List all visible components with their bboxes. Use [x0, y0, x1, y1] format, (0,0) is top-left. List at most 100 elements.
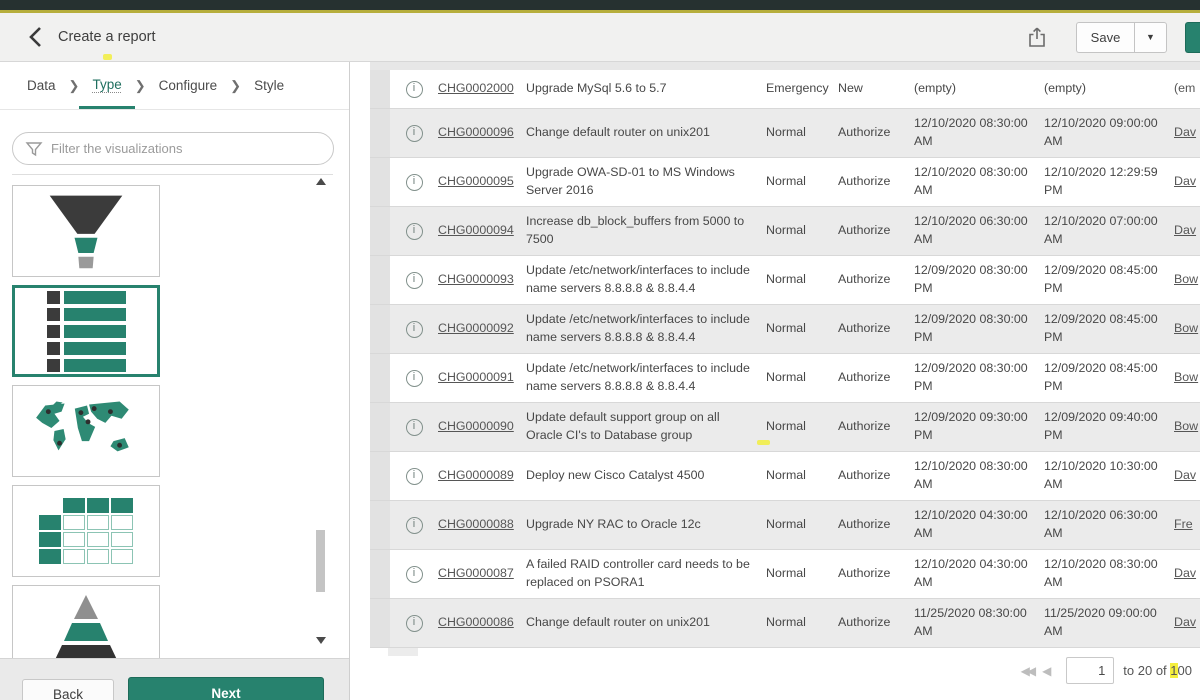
table-row: CHG0000093 Update /etc/network/interface… [370, 256, 1200, 305]
priority-cell: Normal [766, 207, 838, 255]
info-icon[interactable] [406, 370, 423, 387]
state-cell: Authorize [838, 158, 914, 206]
change-number-link[interactable]: CHG0000091 [438, 369, 514, 387]
assigned-to-link[interactable]: Dav [1174, 467, 1196, 485]
planned-end-date-cell: 12/10/2020 12:29:59 PM [1044, 158, 1174, 206]
change-number-link[interactable]: CHG0000094 [438, 222, 514, 240]
report-wizard-panel: Data ❯ Type ❯ Configure ❯ Style [0, 62, 350, 700]
info-icon[interactable] [406, 174, 423, 191]
info-icon[interactable] [406, 615, 423, 632]
header-actions: Save [1022, 22, 1200, 53]
planned-start-date-cell: 11/25/2020 08:30:00 AM [914, 599, 1044, 647]
share-button[interactable] [1022, 22, 1052, 52]
state-cell: Authorize [838, 452, 914, 500]
pivot-table-icon [39, 498, 133, 564]
page-title: Create a report [58, 29, 156, 45]
change-number-link[interactable]: CHG0000087 [438, 565, 514, 583]
short-description-cell: Update default support group on all Orac… [526, 403, 766, 451]
assigned-to-link[interactable]: Bow [1174, 369, 1198, 387]
planned-end-date-cell: 12/10/2020 08:30:00 AM [1044, 550, 1174, 598]
browser-top-strip [0, 0, 1200, 10]
viz-type-pyramid[interactable] [12, 585, 160, 658]
save-menu-caret-button[interactable] [1134, 22, 1167, 53]
priority-cell: Normal [766, 403, 838, 451]
back-chevron-button[interactable] [22, 24, 48, 50]
assigned-to-link[interactable]: Bow [1174, 271, 1198, 289]
scroll-up-arrow-icon[interactable] [316, 178, 326, 185]
assigned-to-link[interactable]: Dav [1174, 173, 1196, 191]
change-number-link[interactable]: CHG0000095 [438, 173, 514, 191]
info-icon[interactable] [406, 223, 423, 240]
assigned-to-link[interactable]: Fre [1174, 516, 1193, 534]
info-icon[interactable] [406, 81, 423, 98]
change-number-link[interactable]: CHG0000088 [438, 516, 514, 534]
assigned-to-link[interactable]: Dav [1174, 124, 1196, 142]
planned-start-date-cell: 12/10/2020 04:30:00 AM [914, 501, 1044, 549]
priority-cell: Normal [766, 158, 838, 206]
short-description-cell: Update /etc/network/interfaces to includ… [526, 305, 766, 353]
back-button[interactable]: Back [22, 679, 114, 700]
priority-cell: Normal [766, 501, 838, 549]
row-gutter [370, 599, 390, 647]
info-icon[interactable] [406, 566, 423, 583]
viz-type-map[interactable] [12, 385, 160, 477]
change-number-link[interactable]: CHG0002000 [438, 80, 514, 98]
row-gutter [370, 501, 390, 549]
state-cell: Authorize [838, 256, 914, 304]
previous-page-icon[interactable] [1042, 664, 1051, 678]
page-number-input[interactable] [1066, 657, 1114, 684]
assigned-to-link[interactable]: Bow [1174, 320, 1198, 338]
assigned-to-link[interactable]: Dav [1174, 614, 1196, 632]
viz-type-list[interactable] [12, 285, 160, 377]
viz-type-funnel[interactable] [12, 185, 160, 277]
table-row: CHG0000089 Deploy new Cisco Catalyst 450… [370, 452, 1200, 501]
info-icon[interactable] [406, 272, 423, 289]
priority-cell: Normal [766, 452, 838, 500]
info-icon[interactable] [406, 468, 423, 485]
change-number-link[interactable]: CHG0000092 [438, 320, 514, 338]
priority-cell: Emergency [766, 70, 838, 108]
save-split-button: Save [1076, 22, 1167, 53]
planned-end-date-cell: 12/09/2020 09:40:00 PM [1044, 403, 1174, 451]
planned-start-date-cell: 12/09/2020 09:30:00 PM [914, 403, 1044, 451]
change-number-link[interactable]: CHG0000096 [438, 124, 514, 142]
info-icon[interactable] [406, 321, 423, 338]
state-cell: Authorize [838, 207, 914, 255]
scroll-down-arrow-icon[interactable] [316, 637, 326, 644]
change-number-link[interactable]: CHG0000093 [438, 271, 514, 289]
short-description-cell: Increase db_block_buffers from 5000 to 7… [526, 207, 766, 255]
filter-visualizations-input[interactable] [12, 132, 334, 165]
assigned-to-link[interactable]: Dav [1174, 565, 1196, 583]
scrollbar-thumb[interactable] [316, 530, 325, 592]
assigned-to-link[interactable]: Dav [1174, 222, 1196, 240]
tab-type[interactable]: Type [79, 62, 134, 109]
next-button[interactable]: Next [128, 677, 324, 700]
change-number-link[interactable]: CHG0000090 [438, 418, 514, 436]
info-icon[interactable] [406, 419, 423, 436]
tab-data[interactable]: Data [14, 62, 69, 109]
primary-button-clipped[interactable] [1185, 22, 1200, 53]
short-description-cell: Change default router on unix201 [526, 109, 766, 157]
wizard-steps: Data ❯ Type ❯ Configure ❯ Style [0, 62, 349, 110]
planned-start-date-cell: 12/09/2020 08:30:00 PM [914, 256, 1044, 304]
viz-list-scrollbar[interactable] [314, 176, 328, 646]
row-gutter [370, 452, 390, 500]
assigned-to-link[interactable]: Bow [1174, 418, 1198, 436]
short-description-cell: A failed RAID controller card needs to b… [526, 550, 766, 598]
info-icon[interactable] [406, 517, 423, 534]
first-page-icon[interactable] [1021, 664, 1033, 678]
change-number-link[interactable]: CHG0000089 [438, 467, 514, 485]
tab-configure[interactable]: Configure [146, 62, 231, 109]
planned-end-date-cell: 12/10/2020 10:30:00 AM [1044, 452, 1174, 500]
tab-style[interactable]: Style [241, 62, 297, 109]
row-gutter [370, 550, 390, 598]
table-row: CHG0000090 Update default support group … [370, 403, 1200, 452]
viz-type-pivot-table[interactable] [12, 485, 160, 577]
planned-end-date-cell: 12/09/2020 08:45:00 PM [1044, 256, 1174, 304]
priority-cell: Normal [766, 256, 838, 304]
change-number-link[interactable]: CHG0000086 [438, 614, 514, 632]
list-chart-icon [47, 291, 126, 372]
save-button[interactable]: Save [1076, 22, 1134, 53]
chevron-right-icon: ❯ [135, 62, 146, 109]
info-icon[interactable] [406, 125, 423, 142]
